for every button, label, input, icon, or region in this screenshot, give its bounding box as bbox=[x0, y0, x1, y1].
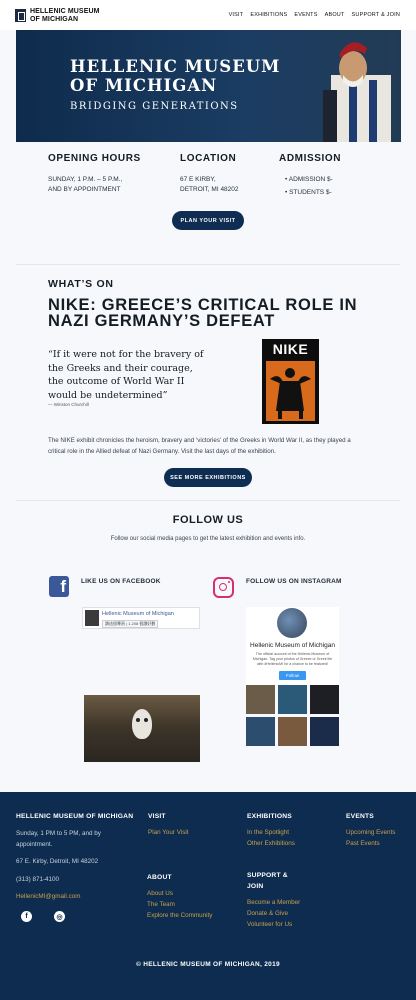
instagram-heading: FOLLOW US ON INSTAGRAM bbox=[246, 578, 342, 585]
footer-about-heading: ABOUT bbox=[147, 874, 172, 881]
footer-support-heading-line-2: JOIN bbox=[247, 883, 264, 890]
facebook-post-photo[interactable] bbox=[84, 695, 200, 762]
footer-org-heading: HELLENIC MUSEUM OF MICHIGAN bbox=[16, 813, 134, 820]
footer-link-volunteer[interactable]: Volunteer for Us bbox=[247, 921, 292, 928]
fb-like-label: 讚這個專頁 bbox=[105, 621, 125, 626]
admission-heading: ADMISSION bbox=[279, 153, 342, 164]
plan-your-visit-button[interactable]: PLAN YOUR VISIT bbox=[172, 211, 244, 230]
footer-link-member[interactable]: Become a Member bbox=[247, 899, 300, 906]
location-heading: LOCATION bbox=[180, 153, 237, 164]
nav-item-exhibitions[interactable]: EXHIBITIONS bbox=[250, 12, 287, 18]
location-line-2: DETROIT, MI 48202 bbox=[180, 186, 239, 193]
ig-photo-4[interactable] bbox=[246, 717, 275, 746]
footer-link-donate[interactable]: Donate & Give bbox=[247, 910, 288, 917]
admission-item-2-text: STUDENTS $- bbox=[289, 189, 332, 196]
exhibit-title: NIKE: GREECE’S CRITICAL ROLE IN NAZI GER… bbox=[48, 296, 358, 330]
footer-address: 67 E. Kirby, Detroit, MI 48202 bbox=[16, 858, 99, 865]
admission-item-1: • ADMISSION $- bbox=[285, 176, 333, 183]
footer-link-spotlight[interactable]: In the Spotlight bbox=[247, 829, 289, 836]
see-more-exhibitions-button[interactable]: SEE MORE EXHIBITIONS bbox=[164, 468, 252, 487]
fb-page-name[interactable]: Hellenic Museum of Michigan bbox=[102, 611, 174, 617]
museum-logo[interactable]: HELLENIC MUSEUM OF MICHIGAN bbox=[15, 7, 105, 24]
facebook-icon[interactable]: f bbox=[49, 576, 69, 597]
logo-icon bbox=[15, 9, 26, 22]
logo-line-1: HELLENIC MUSEUM bbox=[30, 7, 100, 15]
nav-item-visit[interactable]: VISIT bbox=[229, 12, 244, 18]
ig-photo-2[interactable] bbox=[278, 685, 307, 714]
whats-on-heading: WHAT’S ON bbox=[48, 278, 114, 290]
ig-avatar[interactable] bbox=[277, 608, 307, 638]
hero-title-line-2: OF MICHIGAN bbox=[70, 76, 218, 95]
fb-like-button[interactable]: 讚這個專頁 | 1,208 個讚好數 bbox=[102, 620, 159, 628]
ig-photo-3[interactable] bbox=[310, 685, 339, 714]
hours-line-2: AND BY APPOINTMENT bbox=[48, 186, 121, 193]
logo-line-2: OF MICHIGAN bbox=[30, 15, 79, 23]
footer-hours-line-1: Sunday, 1 PM to 5 PM, and by bbox=[16, 830, 101, 837]
instagram-profile-widget: Hellenic Museum of Michigan The official… bbox=[246, 607, 339, 685]
ig-photo-6[interactable] bbox=[310, 717, 339, 746]
site-header: HELLENIC MUSEUM OF MICHIGAN VISIT EXHIBI… bbox=[0, 0, 416, 30]
fb-likes-count: 1,208 個讚好數 bbox=[128, 621, 156, 626]
footer-link-upcoming-events[interactable]: Upcoming Events bbox=[346, 829, 395, 836]
footer-support-heading: SUPPORT & JOIN bbox=[247, 870, 288, 892]
hero-banner: HELLENIC MUSEUM OF MICHIGAN BRIDGING GEN… bbox=[16, 30, 401, 142]
fb-page-thumbnail bbox=[85, 610, 99, 626]
poster-title: NIKE bbox=[272, 341, 309, 357]
follow-text: Follow our social media pages to get the… bbox=[110, 536, 306, 542]
ig-photo-1[interactable] bbox=[246, 685, 275, 714]
footer-link-past-events[interactable]: Past Events bbox=[346, 840, 380, 847]
footer-facebook-icon[interactable]: f bbox=[21, 911, 32, 922]
footer-exhibitions-heading: EXHIBITIONS bbox=[247, 813, 292, 820]
nav-item-support[interactable]: SUPPORT & JOIN bbox=[352, 12, 400, 18]
footer-instagram-icon[interactable]: ◎ bbox=[54, 911, 65, 922]
facebook-heading: LIKE US ON FACEBOOK bbox=[81, 578, 161, 585]
evzone-figure-image bbox=[323, 42, 391, 142]
churchill-quote: “If it were not for the bravery of the G… bbox=[48, 349, 204, 401]
footer-visit-heading: VISIT bbox=[148, 813, 166, 820]
footer-copyright: © HELLENIC MUSEUM OF MICHIGAN, 2019 bbox=[136, 961, 280, 968]
footer-link-community[interactable]: Explore the Community bbox=[147, 912, 212, 919]
exhibit-description: The NIKE exhibit chronicles the heroism,… bbox=[48, 437, 351, 455]
footer-link-other-exhibitions[interactable]: Other Exhibitions bbox=[247, 840, 295, 847]
footer-phone: (313) 871-4100 bbox=[16, 876, 60, 883]
instagram-photo-grid bbox=[246, 685, 339, 747]
admission-item-2: • STUDENTS $- bbox=[285, 189, 332, 196]
footer-hours-line-2: appointment. bbox=[16, 841, 53, 848]
facebook-page-widget[interactable]: Hellenic Museum of Michigan 讚這個專頁 | 1,20… bbox=[82, 607, 200, 629]
footer-email-link[interactable]: HellenicMI@gmail.com bbox=[16, 893, 80, 900]
ig-profile-bio: The official account of the Hellenic Mus… bbox=[252, 652, 333, 666]
admission-item-1-text: ADMISSION $- bbox=[288, 176, 333, 183]
hero-subtitle: BRIDGING GENERATIONS bbox=[70, 101, 239, 112]
quote-attribution: — Winston Churchill bbox=[48, 402, 89, 407]
ig-profile-name: Hellenic Museum of Michigan bbox=[250, 642, 335, 649]
main-nav: VISIT EXHIBITIONS EVENTS ABOUT SUPPORT &… bbox=[229, 12, 400, 18]
footer-link-plan-visit[interactable]: Plan Your Visit bbox=[148, 829, 189, 836]
site-footer: HELLENIC MUSEUM OF MICHIGAN Sunday, 1 PM… bbox=[0, 792, 416, 1000]
footer-link-about-us[interactable]: About Us bbox=[147, 890, 173, 897]
instagram-icon[interactable] bbox=[213, 577, 234, 598]
ig-follow-button[interactable]: Follow bbox=[279, 671, 306, 680]
poster-figure-image bbox=[266, 361, 315, 421]
hero-title-line-1: HELLENIC MUSEUM bbox=[70, 57, 281, 76]
nike-exhibit-poster[interactable]: NIKE bbox=[262, 339, 319, 424]
footer-link-team[interactable]: The Team bbox=[147, 901, 175, 908]
logo-text: HELLENIC MUSEUM OF MICHIGAN bbox=[30, 8, 100, 24]
ig-photo-5[interactable] bbox=[278, 717, 307, 746]
footer-events-heading: EVENTS bbox=[346, 813, 374, 820]
follow-heading: FOLLOW US bbox=[172, 514, 244, 526]
mask-figure-image bbox=[132, 709, 152, 739]
nav-item-events[interactable]: EVENTS bbox=[294, 12, 317, 18]
nav-item-about[interactable]: ABOUT bbox=[325, 12, 345, 18]
footer-support-heading-line-1: SUPPORT & bbox=[247, 872, 288, 879]
section-divider bbox=[16, 264, 400, 265]
hero-title: HELLENIC MUSEUM OF MICHIGAN bbox=[70, 57, 280, 95]
section-divider-2 bbox=[16, 500, 400, 501]
hours-heading: OPENING HOURS bbox=[48, 153, 141, 164]
